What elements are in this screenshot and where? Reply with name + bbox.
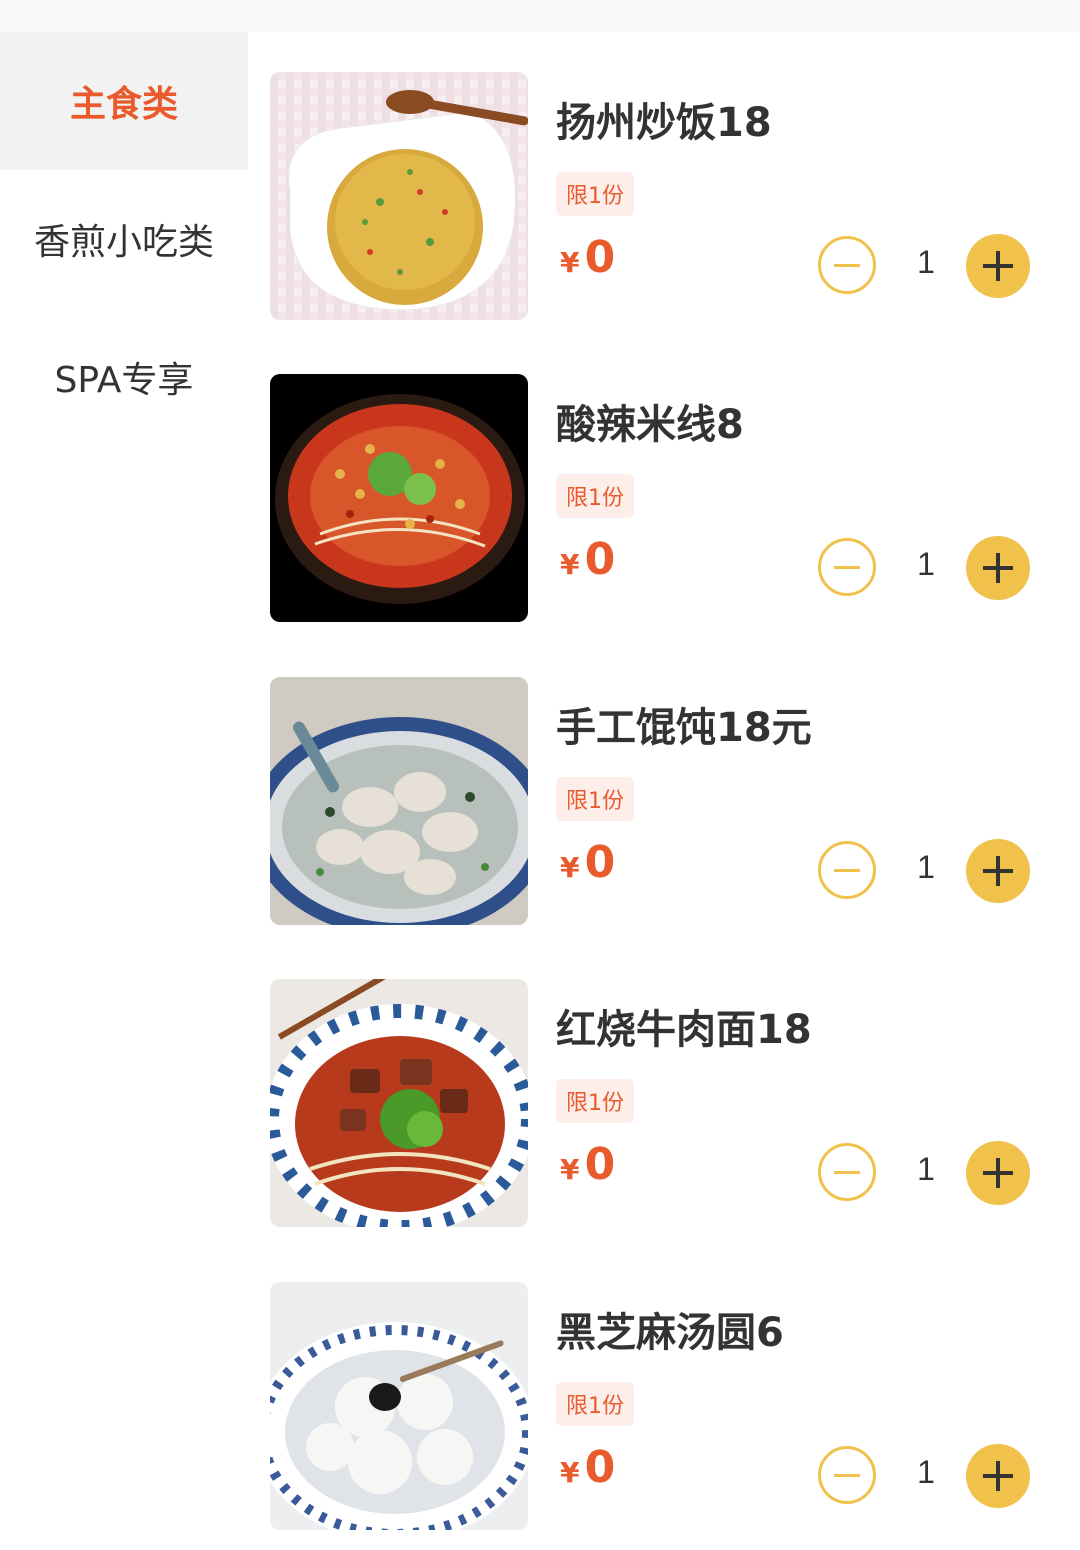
dish-list: 扬州炒饭18 限1份 ¥ 0 1 酸辣米线8 限1份 ¥ 0 1 手工馄饨18元… <box>248 32 1080 1550</box>
dish-name: 扬州炒饭18 <box>556 100 772 146</box>
price-value: 0 <box>584 837 616 888</box>
dish-name: 黑芝麻汤圆6 <box>556 1310 784 1356</box>
price-value: 0 <box>584 534 616 585</box>
minus-button[interactable] <box>818 841 876 899</box>
wonton-soup-photo <box>270 677 528 925</box>
quantity-value: 1 <box>917 546 935 582</box>
currency-symbol: ¥ <box>560 246 580 279</box>
price-value: 0 <box>584 232 616 283</box>
category-label: 香煎小吃类 <box>33 222 214 263</box>
braised-beef-noodle-photo <box>270 979 528 1227</box>
minus-button[interactable] <box>818 538 876 596</box>
plus-button[interactable] <box>966 839 1030 903</box>
quantity-stepper: 1 <box>818 1141 1034 1207</box>
dish-item: 手工馄饨18元 限1份 ¥ 0 1 <box>270 677 1060 925</box>
plus-button[interactable] <box>966 234 1030 298</box>
minus-button[interactable] <box>818 236 876 294</box>
limit-badge: 限1份 <box>556 1079 634 1123</box>
quantity-value: 1 <box>917 849 935 885</box>
dish-item: 酸辣米线8 限1份 ¥ 0 1 <box>270 374 1060 622</box>
quantity-stepper: 1 <box>818 839 1034 905</box>
quantity-value: 1 <box>917 244 935 280</box>
dish-price: ¥ 0 <box>560 1442 615 1493</box>
price-value: 0 <box>584 1442 616 1493</box>
category-sidebar: 主食类 香煎小吃类 SPA专享 <box>0 32 248 1550</box>
limit-badge: 限1份 <box>556 172 634 216</box>
dish-item: 红烧牛肉面18 限1份 ¥ 0 1 <box>270 979 1060 1227</box>
quantity-stepper: 1 <box>818 1444 1034 1510</box>
currency-symbol: ¥ <box>560 851 580 884</box>
category-label: 主食类 <box>69 84 178 125</box>
category-item-staple[interactable]: 主食类 <box>0 32 248 170</box>
price-value: 0 <box>584 1139 616 1190</box>
currency-symbol: ¥ <box>560 1456 580 1489</box>
top-divider <box>0 0 1080 32</box>
currency-symbol: ¥ <box>560 548 580 581</box>
category-item-snacks[interactable]: 香煎小吃类 <box>0 170 248 308</box>
currency-symbol: ¥ <box>560 1153 580 1186</box>
plus-button[interactable] <box>966 536 1030 600</box>
hot-sour-rice-noodle-photo <box>270 374 528 622</box>
quantity-value: 1 <box>917 1454 935 1490</box>
limit-badge: 限1份 <box>556 474 634 518</box>
dish-name: 红烧牛肉面18 <box>556 1007 812 1053</box>
limit-badge: 限1份 <box>556 1382 634 1426</box>
sesame-tangyuan-photo <box>270 1282 528 1530</box>
category-item-spa[interactable]: SPA专享 <box>0 308 248 446</box>
dish-name: 手工馄饨18元 <box>556 705 812 751</box>
dish-name: 酸辣米线8 <box>556 402 744 448</box>
limit-badge: 限1份 <box>556 777 634 821</box>
plus-button[interactable] <box>966 1444 1030 1508</box>
dish-price: ¥ 0 <box>560 1139 615 1190</box>
quantity-stepper: 1 <box>818 536 1034 602</box>
menu-page: 主食类 香煎小吃类 SPA专享 扬州炒饭18 限1份 ¥ 0 1 酸辣米线8 限… <box>0 0 1080 1550</box>
quantity-value: 1 <box>917 1151 935 1187</box>
dish-price: ¥ 0 <box>560 534 615 585</box>
plus-button[interactable] <box>966 1141 1030 1205</box>
dish-item: 黑芝麻汤圆6 限1份 ¥ 0 1 <box>270 1282 1060 1530</box>
dish-item: 扬州炒饭18 限1份 ¥ 0 1 <box>270 72 1060 320</box>
quantity-stepper: 1 <box>818 234 1034 300</box>
dish-price: ¥ 0 <box>560 837 615 888</box>
dish-price: ¥ 0 <box>560 232 615 283</box>
minus-button[interactable] <box>818 1446 876 1504</box>
category-label: SPA专享 <box>54 360 194 401</box>
minus-button[interactable] <box>818 1143 876 1201</box>
fried-rice-photo <box>270 72 528 320</box>
